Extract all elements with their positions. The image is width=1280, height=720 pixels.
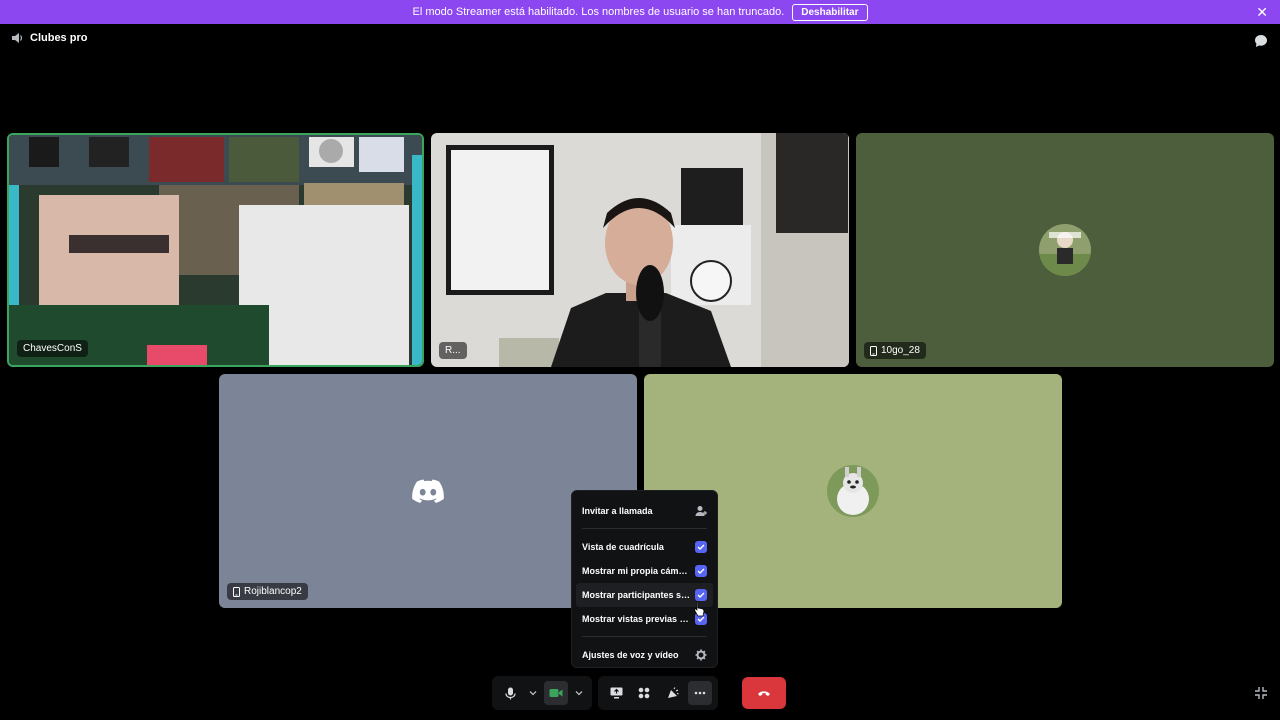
participant-label: 10go_28 xyxy=(864,342,926,359)
menu-item-label: Mostrar participantes sin vídeo xyxy=(582,590,692,600)
menu-divider xyxy=(582,528,707,529)
video-camera-icon xyxy=(549,689,563,697)
menu-item-label: Vista de cuadrícula xyxy=(582,542,664,552)
menu-item-label: Ajustes de voz y vídeo xyxy=(582,650,679,660)
checkbox-checked-icon[interactable] xyxy=(695,541,707,553)
avatar xyxy=(1039,224,1091,276)
gear-icon xyxy=(695,649,707,661)
chevron-down-icon xyxy=(529,691,537,696)
exit-fullscreen-icon[interactable] xyxy=(1254,686,1268,700)
mobile-icon xyxy=(233,586,240,597)
avatar xyxy=(827,465,879,517)
disable-streamer-button[interactable]: Deshabilitar xyxy=(792,3,868,21)
call-controls xyxy=(492,676,786,710)
hand-cursor-icon xyxy=(694,601,704,617)
soundboard-icon xyxy=(667,686,679,698)
menu-item-label: Invitar a llamada xyxy=(582,506,653,516)
menu-item-label: Mostrar mi propia cámara xyxy=(582,566,692,576)
video-tile-r[interactable]: R... xyxy=(431,133,849,367)
video-tile-chavescons[interactable]: ChavesConS xyxy=(7,133,424,367)
menu-item-label: Mostrar vistas previas de las transmisio… xyxy=(582,614,692,624)
menu-item-show-previews[interactable]: Mostrar vistas previas de las transmisio… xyxy=(582,607,707,631)
call-options-menu: Invitar a llamada Vista de cuadrícula Mo… xyxy=(571,490,718,668)
participant-name: 10go_28 xyxy=(881,345,920,356)
checkbox-checked-icon[interactable] xyxy=(695,565,707,577)
channel-name: Clubes pro xyxy=(30,32,88,44)
video-tile-10go28[interactable]: 10go_28 xyxy=(856,133,1274,367)
more-options-button[interactable] xyxy=(688,681,712,705)
more-icon xyxy=(694,691,706,695)
hang-up-icon xyxy=(758,691,770,696)
participant-label: ChavesConS xyxy=(17,340,88,357)
chat-icon[interactable] xyxy=(1254,34,1268,48)
menu-item-show-participants[interactable]: Mostrar participantes sin vídeo xyxy=(576,583,713,607)
video-stream xyxy=(431,133,849,367)
menu-item-voice-settings[interactable]: Ajustes de voz y vídeo xyxy=(582,643,707,667)
streamer-mode-banner: El modo Streamer está habilitado. Los no… xyxy=(0,0,1280,24)
soundboard-button[interactable] xyxy=(660,681,684,705)
channel-header: Clubes pro xyxy=(11,32,87,44)
camera-button[interactable] xyxy=(544,681,568,705)
participant-name: ChavesConS xyxy=(23,343,82,354)
checkbox-checked-icon[interactable] xyxy=(695,589,707,601)
menu-item-show-own-camera[interactable]: Mostrar mi propia cámara xyxy=(582,559,707,583)
participant-label: R... xyxy=(439,342,467,359)
microphone-icon xyxy=(504,687,516,699)
chevron-down-icon xyxy=(575,691,583,696)
mobile-icon xyxy=(870,345,877,356)
activity-controls xyxy=(598,676,718,710)
discord-logo-icon xyxy=(412,479,444,503)
mic-options-button[interactable] xyxy=(526,681,540,705)
disconnect-button[interactable] xyxy=(742,677,786,709)
video-stream xyxy=(9,135,422,365)
activities-button[interactable] xyxy=(632,681,656,705)
close-icon[interactable]: ✕ xyxy=(1256,4,1268,20)
camera-options-button[interactable] xyxy=(572,681,586,705)
menu-item-invite[interactable]: Invitar a llamada xyxy=(582,499,707,523)
microphone-button[interactable] xyxy=(498,681,522,705)
banner-message: El modo Streamer está habilitado. Los no… xyxy=(412,6,785,18)
activities-icon xyxy=(638,687,650,699)
participant-name: Rojiblancop2 xyxy=(244,586,302,597)
screen-share-icon xyxy=(610,687,622,699)
menu-divider xyxy=(582,636,707,637)
participant-name: R... xyxy=(445,345,461,356)
menu-item-grid-view[interactable]: Vista de cuadrícula xyxy=(582,535,707,559)
participant-label: Rojiblancop2 xyxy=(227,583,308,600)
add-person-icon xyxy=(695,506,707,516)
speaker-icon xyxy=(12,33,23,43)
screen-share-button[interactable] xyxy=(604,681,628,705)
media-controls xyxy=(492,676,592,710)
